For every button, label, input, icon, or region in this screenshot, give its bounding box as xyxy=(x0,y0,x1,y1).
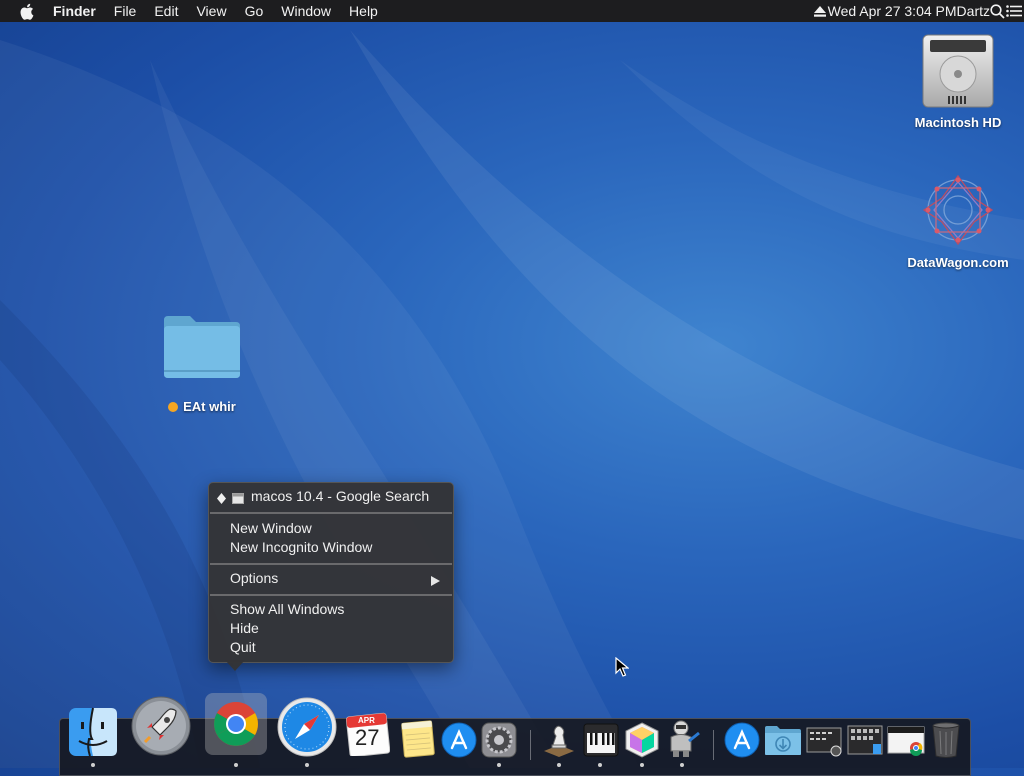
dock-chess-icon[interactable] xyxy=(538,719,580,761)
context-menu-pointer xyxy=(225,660,245,671)
dock-screenshot-stack-icon[interactable] xyxy=(803,719,845,761)
datawagon-logo-icon xyxy=(922,174,994,246)
dock-piano-icon[interactable] xyxy=(581,719,621,761)
menu-bar: Finder File Edit View Go Window Help Wed… xyxy=(0,0,1024,22)
menu-item-new-incognito-window[interactable]: New Incognito Window xyxy=(230,538,372,557)
dock-app-store-folder-icon[interactable] xyxy=(722,719,762,761)
menu-view[interactable]: View xyxy=(187,0,235,22)
dock-app-store-icon[interactable] xyxy=(439,719,479,761)
menu-help[interactable]: Help xyxy=(340,0,387,22)
dock-apps-stack-icon[interactable] xyxy=(844,719,886,761)
menu-item-hide[interactable]: Hide xyxy=(230,619,259,638)
calendar-month: APR xyxy=(358,716,375,725)
window-icon xyxy=(232,491,244,507)
desktop-icon-macintosh-hd[interactable]: Macintosh HD xyxy=(904,32,1012,130)
dock-running-indicator xyxy=(305,763,309,767)
apple-icon[interactable] xyxy=(19,3,37,20)
dock-running-indicator xyxy=(91,763,95,767)
dock-running-indicator xyxy=(680,763,684,767)
list-icon[interactable] xyxy=(1006,5,1024,17)
search-icon[interactable] xyxy=(990,3,1006,19)
dock-context-menu: macos 10.4 - Google Search New Window Ne… xyxy=(208,482,454,663)
dock-running-indicator xyxy=(640,763,644,767)
desktop-label-folder: EAt whir xyxy=(183,399,236,414)
menubar-clock[interactable]: Wed Apr 27 3:04 PM xyxy=(828,3,957,19)
calendar-day: 27 xyxy=(355,725,380,750)
menu-item-window-title[interactable]: macos 10.4 - Google Search xyxy=(251,487,429,506)
dock-chrome-icon[interactable] xyxy=(205,693,267,755)
dock-calendar-icon[interactable]: APR 27 xyxy=(344,710,392,758)
menu-separator xyxy=(210,563,452,565)
dock-safari-icon[interactable] xyxy=(276,696,338,758)
dock-finder-icon[interactable] xyxy=(66,704,120,760)
dock-notes-icon[interactable] xyxy=(398,718,438,760)
dock-system-preferences-icon[interactable] xyxy=(479,719,519,761)
hard-drive-icon xyxy=(922,34,994,108)
menu-finder[interactable]: Finder xyxy=(51,0,105,22)
dock-running-indicator xyxy=(234,763,238,767)
eject-icon[interactable] xyxy=(813,5,828,17)
menu-window[interactable]: Window xyxy=(272,0,340,22)
desktop-icon-datawagon[interactable]: DataWagon.com xyxy=(898,168,1018,270)
menu-item-new-window[interactable]: New Window xyxy=(230,519,312,538)
menu-separator xyxy=(210,594,452,596)
menu-go[interactable]: Go xyxy=(236,0,273,22)
menu-item-show-all-windows[interactable]: Show All Windows xyxy=(230,600,344,619)
dock-chrome-window-icon[interactable] xyxy=(885,719,927,761)
folder-icon xyxy=(164,316,240,378)
submenu-arrow-icon xyxy=(431,573,440,589)
tag-dot-icon xyxy=(168,401,179,412)
dock-separator xyxy=(530,730,531,760)
dock-running-indicator xyxy=(557,763,561,767)
dock-running-indicator xyxy=(598,763,602,767)
menu-item-quit[interactable]: Quit xyxy=(230,638,256,657)
menu-separator xyxy=(210,512,452,514)
menubar-user[interactable]: Dartz xyxy=(957,3,990,19)
dock-grapher-icon[interactable] xyxy=(621,719,663,761)
desktop-icon-folder[interactable]: EAt whir xyxy=(150,312,254,415)
dock-launchpad-icon[interactable] xyxy=(129,694,193,758)
menu-item-options[interactable]: Options xyxy=(230,569,278,588)
dock-trash-icon[interactable] xyxy=(927,719,965,761)
dock-automator-icon[interactable] xyxy=(661,717,703,761)
dock-downloads-folder-icon[interactable] xyxy=(762,719,804,761)
menu-edit[interactable]: Edit xyxy=(145,0,187,22)
diamond-icon xyxy=(217,491,226,507)
desktop-label-datawagon: DataWagon.com xyxy=(907,255,1009,270)
menu-file[interactable]: File xyxy=(105,0,146,22)
dock-separator xyxy=(713,730,714,760)
mouse-cursor-icon xyxy=(615,657,629,677)
desktop-label-macintosh-hd: Macintosh HD xyxy=(914,115,1002,130)
dock-running-indicator xyxy=(497,763,501,767)
